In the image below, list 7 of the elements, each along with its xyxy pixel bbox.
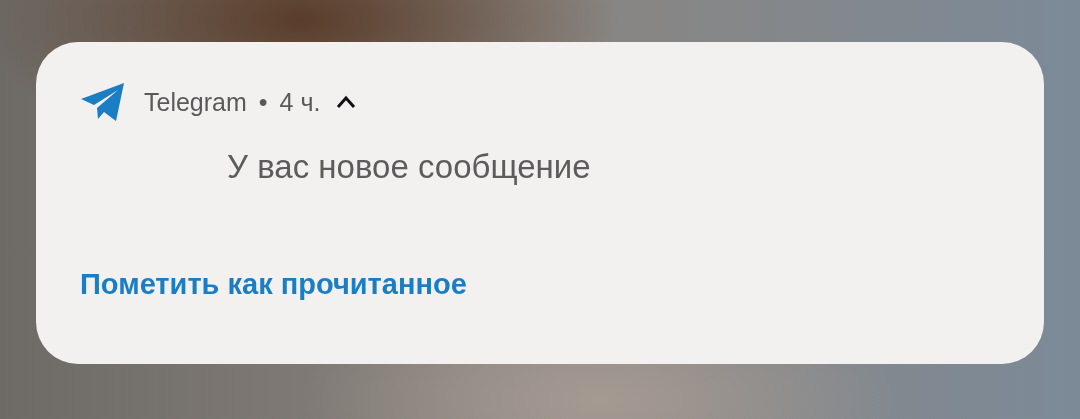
separator-dot: •	[258, 87, 268, 117]
paper-plane-icon	[80, 82, 126, 122]
app-name: Telegram	[144, 87, 247, 117]
time-label: 4 ч.	[279, 87, 321, 117]
chevron-up-icon[interactable]	[336, 95, 357, 109]
message-text: У вас новое сообщение	[227, 148, 592, 186]
mark-as-read-button[interactable]: Пометить как прочитанное	[80, 268, 467, 301]
